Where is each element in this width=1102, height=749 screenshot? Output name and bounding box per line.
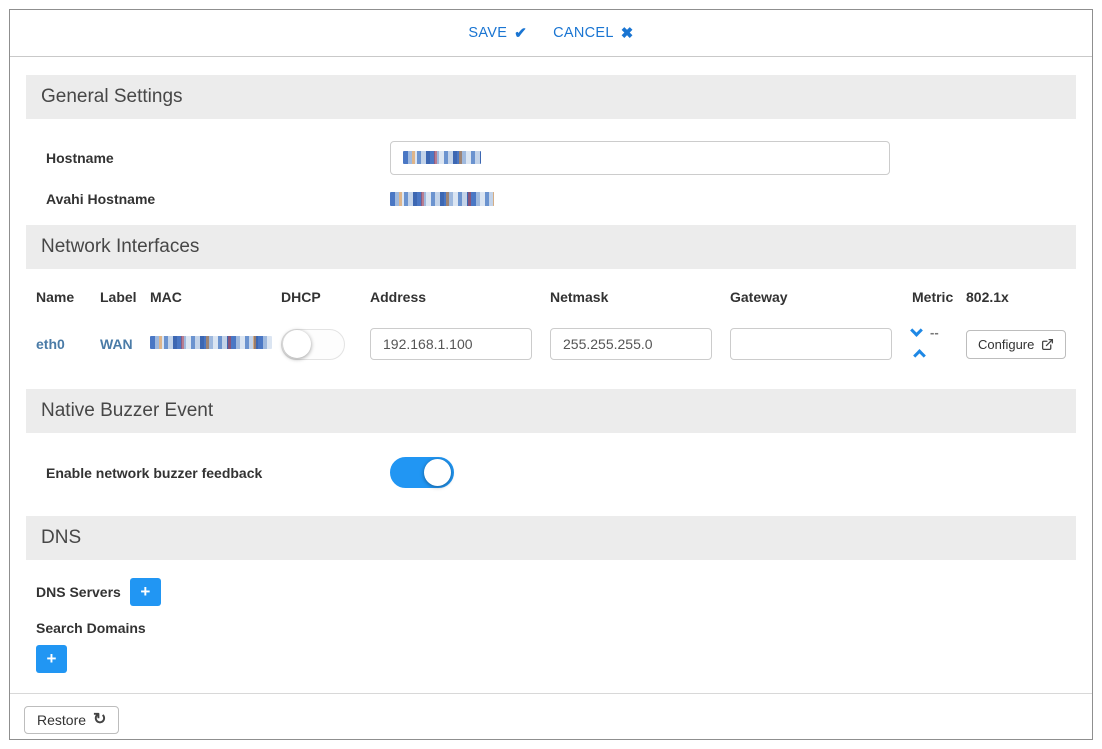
cancel-button[interactable]: CANCEL ✖ [553,24,634,42]
restore-button[interactable]: Restore ↻ [24,706,119,734]
col-mac: MAC [150,289,281,305]
plus-icon: + [47,649,57,669]
dhcp-toggle[interactable] [281,329,345,360]
external-link-icon [1041,338,1054,351]
interface-row-eth0: eth0 WAN [26,325,1076,363]
8021x-cell: Configure [966,330,1076,359]
configure-8021x-button[interactable]: Configure [966,330,1066,359]
native-buzzer-section: Native Buzzer Event Enable network buzze… [26,389,1076,516]
mac-cell [150,336,281,352]
avahi-hostname-row: Avahi Hostname [36,191,1066,207]
hostname-row: Hostname [36,141,1066,175]
search-domains-label: Search Domains [36,620,1066,636]
gateway-cell [730,328,912,360]
interface-name: eth0 [36,336,100,352]
network-settings-page: SAVE ✔ CANCEL ✖ General Settings Hostnam… [9,9,1093,740]
col-gateway: Gateway [730,289,912,305]
chevron-up-icon[interactable] [913,349,926,362]
general-settings-title: General Settings [26,75,1076,119]
save-label: SAVE [468,25,507,41]
buzzer-toggle[interactable] [390,457,454,488]
restore-label: Restore [37,712,86,728]
col-dhcp: DHCP [281,289,370,305]
col-netmask: Netmask [550,289,730,305]
interface-table-header: Name Label MAC DHCP Address Netmask Gate… [26,289,1076,305]
address-cell [370,328,550,360]
plus-icon: + [140,582,150,602]
interface-label: WAN [100,336,150,352]
hostname-label: Hostname [36,150,390,166]
dns-title: DNS [26,516,1076,560]
netmask-input[interactable] [550,328,712,360]
mac-address-redacted [150,336,272,349]
content: General Settings Hostname Avahi Hostname… [10,57,1092,693]
col-name: Name [36,289,100,305]
save-button[interactable]: SAVE ✔ [468,24,527,42]
dhcp-cell [281,329,370,360]
avahi-hostname-value-redacted [390,192,494,206]
toggle-knob [283,330,311,358]
native-buzzer-title: Native Buzzer Event [26,389,1076,433]
toggle-knob [424,459,451,486]
cancel-label: CANCEL [553,25,614,41]
add-dns-server-button[interactable]: + [130,578,161,606]
col-8021x: 802.1x [966,289,1076,305]
metric-value: -- [930,325,939,340]
refresh-icon: ↻ [93,712,106,728]
toolbar: SAVE ✔ CANCEL ✖ [10,10,1092,57]
buzzer-row: Enable network buzzer feedback [36,457,1066,488]
gateway-input[interactable] [730,328,892,360]
address-input[interactable] [370,328,532,360]
configure-label: Configure [978,337,1034,352]
col-metric: Metric [912,289,966,305]
network-interfaces-title: Network Interfaces [26,225,1076,269]
check-icon: ✔ [514,24,527,42]
col-address: Address [370,289,550,305]
dns-servers-label: DNS Servers [36,584,121,600]
x-icon: ✖ [621,24,634,42]
dns-section: DNS DNS Servers + Search Domains + [26,516,1076,693]
buzzer-feedback-label: Enable network buzzer feedback [36,465,390,481]
netmask-cell [550,328,730,360]
general-settings-section: General Settings Hostname Avahi Hostname [26,75,1076,225]
chevron-down-icon[interactable] [910,324,923,337]
footer: Restore ↻ [10,693,1092,746]
hostname-input-wrap [390,141,890,175]
col-label: Label [100,289,150,305]
add-search-domain-button[interactable]: + [36,645,67,673]
avahi-hostname-label: Avahi Hostname [36,191,390,207]
dns-servers-row: DNS Servers + [36,578,1066,606]
hostname-value-redacted [403,151,481,164]
network-interfaces-section: Network Interfaces Name Label MAC DHCP A… [26,225,1076,389]
metric-stepper: -- [912,325,966,363]
